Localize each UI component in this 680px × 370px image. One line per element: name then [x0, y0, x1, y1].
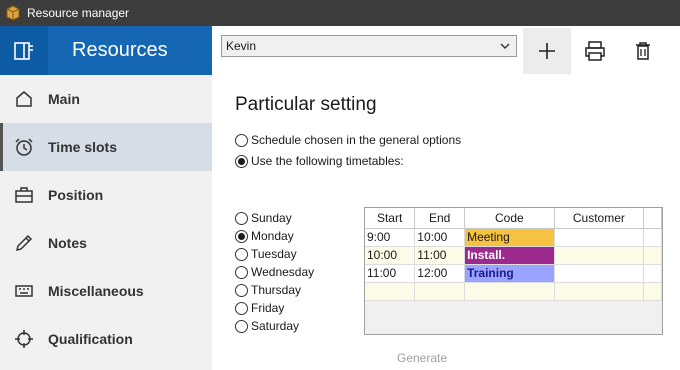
sidebar-menu-button[interactable] — [0, 26, 48, 75]
timetable: Start End Code Customer 9:00 10:00 Meeti… — [365, 208, 662, 301]
radio-day-saturday[interactable]: Saturday — [235, 319, 299, 333]
end-cell[interactable]: 11:00 — [414, 246, 466, 265]
home-icon — [0, 89, 48, 109]
radio-day-tuesday[interactable]: Tuesday — [235, 247, 297, 261]
timetable-grid[interactable]: Start End Code Customer 9:00 10:00 Meeti… — [364, 207, 663, 335]
radio-label: Schedule chosen in the general options — [251, 133, 462, 147]
window-title: Resource manager — [27, 6, 130, 20]
column-header-end[interactable]: End — [414, 208, 466, 229]
day-label: Saturday — [251, 319, 300, 333]
resource-select-value: Kevin — [226, 39, 257, 53]
generate-button[interactable]: Generate — [397, 351, 447, 365]
title-bar: Resource manager — [0, 0, 680, 26]
extra-cell — [643, 246, 662, 265]
code-cell[interactable]: Meeting — [464, 228, 555, 247]
trash-icon — [636, 42, 650, 60]
sidebar-header: Resources — [0, 26, 212, 75]
customer-cell[interactable] — [554, 282, 645, 301]
pencil-icon — [0, 233, 48, 253]
table-header-row: Start End Code Customer — [365, 208, 662, 229]
radio-circle — [235, 301, 248, 315]
column-header-code[interactable]: Code — [464, 208, 555, 229]
delete-button[interactable] — [619, 28, 667, 74]
printer-icon — [585, 41, 605, 61]
column-header-start[interactable]: Start — [365, 208, 416, 229]
start-cell[interactable] — [365, 282, 416, 301]
code-cell[interactable] — [464, 282, 555, 301]
customer-cell[interactable] — [554, 228, 645, 247]
radio-circle — [235, 319, 248, 333]
crosshair-icon — [0, 329, 48, 349]
table-row[interactable]: 9:00 10:00 Meeting — [365, 228, 662, 247]
sidebar: Resources Main Time slots Position Notes… — [0, 26, 212, 370]
extra-cell — [643, 282, 662, 301]
print-button[interactable] — [571, 28, 619, 74]
app-icon — [6, 5, 20, 21]
start-cell[interactable]: 10:00 — [365, 246, 416, 265]
table-row[interactable]: 11:00 12:00 Training — [365, 264, 662, 283]
day-label: Tuesday — [251, 247, 297, 261]
sidebar-item-miscellaneous[interactable]: Miscellaneous — [0, 267, 212, 315]
sidebar-item-notes[interactable]: Notes — [0, 219, 212, 267]
end-cell[interactable] — [414, 282, 466, 301]
column-header-extra — [643, 208, 662, 229]
day-label: Friday — [251, 301, 285, 315]
radio-label: Use the following timetables: — [251, 154, 404, 168]
sidebar-item-label: Notes — [48, 235, 87, 251]
radio-day-wednesday[interactable]: Wednesday — [235, 265, 314, 279]
table-row[interactable]: 10:00 11:00 Install. — [365, 246, 662, 265]
day-label: Sunday — [251, 211, 292, 225]
radio-day-sunday[interactable]: Sunday — [235, 211, 292, 225]
customer-cell[interactable] — [554, 246, 645, 265]
extra-cell — [643, 264, 662, 283]
end-cell[interactable]: 10:00 — [414, 228, 466, 247]
radio-use-timetables[interactable]: Use the following timetables: — [235, 154, 404, 168]
radio-circle — [235, 211, 248, 225]
radio-general-options[interactable]: Schedule chosen in the general options — [235, 133, 461, 147]
alarm-clock-icon — [0, 137, 48, 157]
sidebar-item-label: Main — [48, 91, 80, 107]
radio-circle — [235, 229, 248, 243]
radio-day-thursday[interactable]: Thursday — [235, 283, 301, 297]
day-label: Monday — [251, 229, 294, 243]
sidebar-item-label: Time slots — [48, 139, 117, 155]
start-cell[interactable]: 9:00 — [365, 228, 416, 247]
radio-circle — [235, 247, 248, 261]
day-label: Wednesday — [251, 265, 315, 279]
table-row-new[interactable] — [365, 282, 662, 301]
sidebar-item-time-slots[interactable]: Time slots — [0, 123, 212, 171]
end-cell[interactable]: 12:00 — [414, 264, 466, 283]
section-title: Particular setting — [235, 94, 377, 115]
radio-day-monday[interactable]: Monday — [235, 229, 294, 243]
resource-select[interactable]: Kevin — [221, 35, 517, 57]
sidebar-title: Resources — [48, 26, 212, 75]
resources-icon — [14, 41, 33, 60]
sidebar-item-label: Qualification — [48, 331, 133, 347]
plus-icon — [539, 43, 555, 59]
keyboard-icon — [0, 281, 48, 301]
main-panel: Kevin Particular setting Schedule chosen… — [212, 26, 680, 370]
sidebar-item-label: Miscellaneous — [48, 283, 144, 299]
column-header-customer[interactable]: Customer — [554, 208, 645, 229]
code-cell[interactable]: Training — [464, 264, 555, 283]
sidebar-item-label: Position — [48, 187, 104, 203]
customer-cell[interactable] — [554, 264, 645, 283]
extra-cell — [643, 228, 662, 247]
sidebar-item-position[interactable]: Position — [0, 171, 212, 219]
radio-circle — [235, 283, 248, 297]
day-label: Thursday — [251, 283, 302, 297]
sidebar-item-qualification[interactable]: Qualification — [0, 315, 212, 363]
sidebar-item-main[interactable]: Main — [0, 75, 212, 123]
radio-circle — [235, 265, 248, 279]
add-button[interactable] — [523, 28, 571, 74]
chevron-down-icon — [500, 43, 510, 49]
radio-circle — [235, 154, 248, 168]
radio-circle — [235, 133, 248, 147]
code-cell[interactable]: Install. — [464, 246, 555, 265]
briefcase-icon — [0, 185, 48, 205]
radio-day-friday[interactable]: Friday — [235, 301, 284, 315]
start-cell[interactable]: 11:00 — [365, 264, 416, 283]
